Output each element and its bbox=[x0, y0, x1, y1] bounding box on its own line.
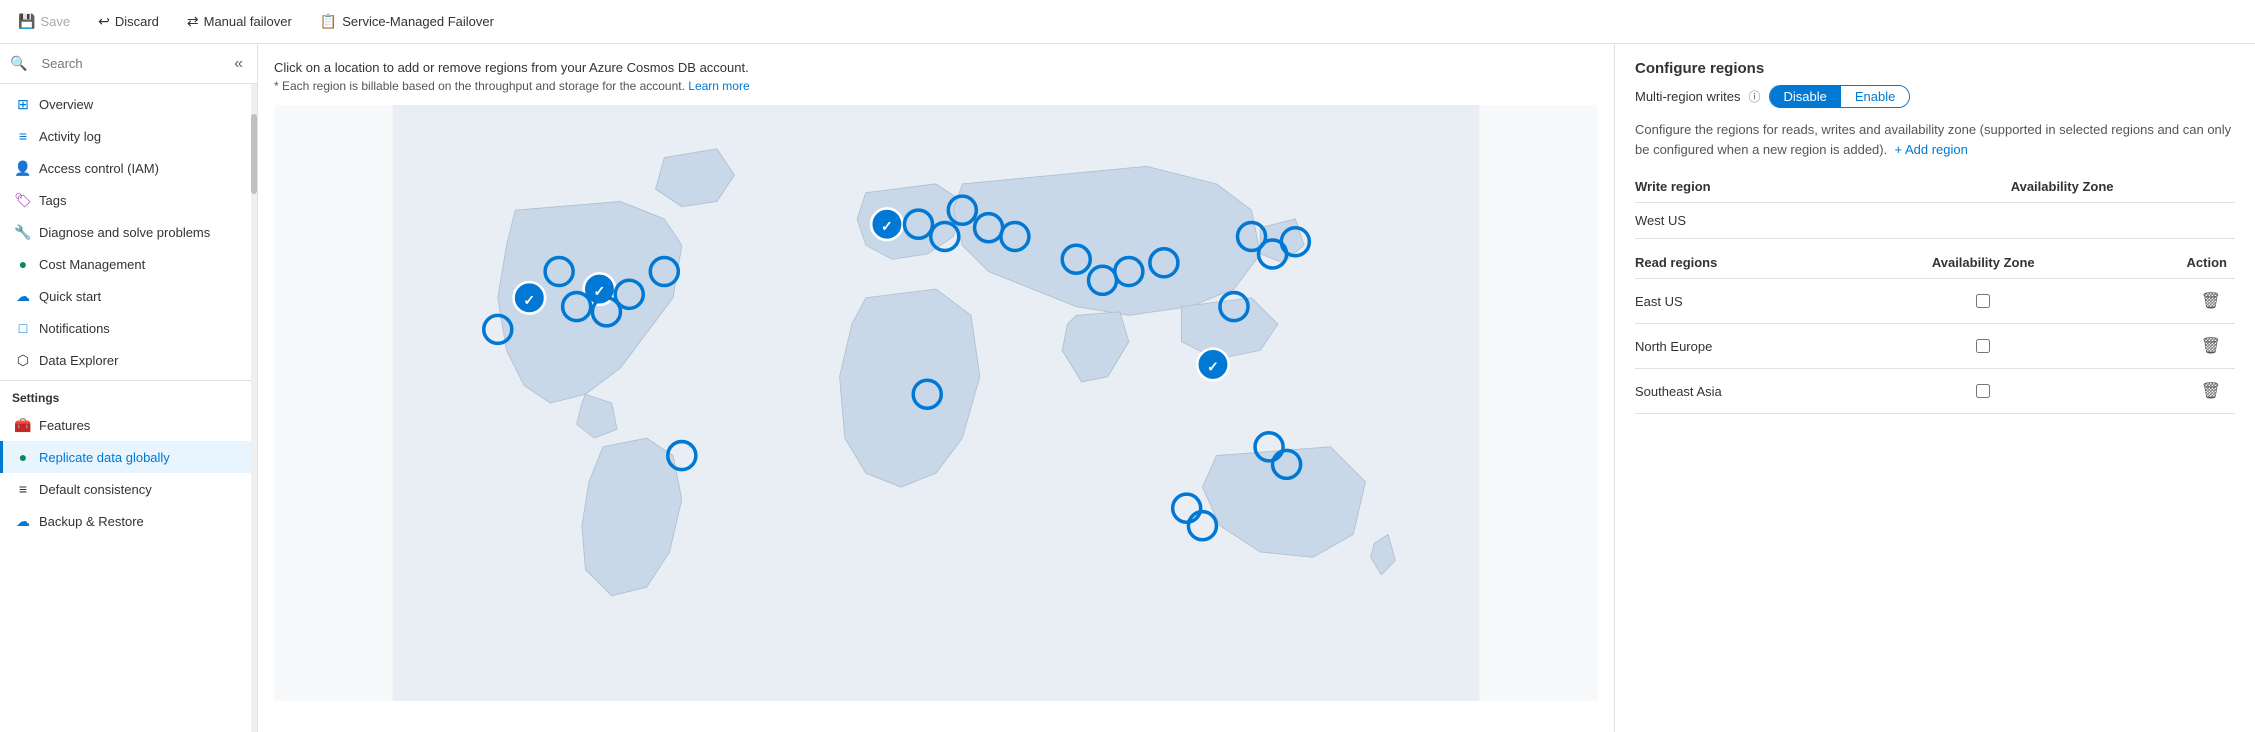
write-region-row: West US bbox=[1635, 203, 2235, 239]
save-button[interactable]: 💾 Save bbox=[12, 9, 76, 34]
config-description: Configure the regions for reads, writes … bbox=[1635, 120, 2235, 159]
sidebar-item-default-consistency[interactable]: ≡ Default consistency bbox=[0, 473, 251, 505]
read-regions-header: Read regions bbox=[1635, 247, 1854, 279]
content-area: Click on a location to add or remove reg… bbox=[258, 44, 2255, 732]
world-map-svg: ✓ ✓ ✓ ✓ bbox=[274, 105, 1598, 701]
learn-more-link[interactable]: Learn more bbox=[688, 79, 749, 93]
activity-log-icon: ≡ bbox=[15, 128, 31, 144]
overview-icon: ⊞ bbox=[15, 96, 31, 112]
read-region-az-cell[interactable] bbox=[1854, 279, 2113, 324]
panel-title: Configure regions bbox=[1635, 60, 2235, 77]
read-region-row: East US 🗑 bbox=[1635, 279, 2235, 324]
sidebar-item-quick-start[interactable]: ☁ Quick start bbox=[0, 280, 251, 312]
world-map-container[interactable]: ✓ ✓ ✓ ✓ bbox=[274, 105, 1598, 701]
default-consistency-icon: ≡ bbox=[15, 481, 31, 497]
sidebar-item-overview[interactable]: ⊞ Overview bbox=[0, 88, 251, 120]
sidebar-item-activity-log[interactable]: ≡ Activity log bbox=[0, 120, 251, 152]
sidebar-search-bar: 🔍 « bbox=[0, 44, 257, 84]
sidebar-item-tags[interactable]: 🏷 Tags bbox=[0, 184, 251, 216]
svg-text:✓: ✓ bbox=[881, 218, 893, 234]
sidebar-item-features[interactable]: 🧰 Features bbox=[0, 409, 251, 441]
read-region-action-cell: 🗑 bbox=[2113, 279, 2235, 324]
sidebar-item-replicate-data[interactable]: ● Replicate data globally bbox=[0, 441, 251, 473]
read-region-az-cell[interactable] bbox=[1854, 324, 2113, 369]
read-region-action-cell: 🗑 bbox=[2113, 369, 2235, 414]
sidebar-item-cost-management[interactable]: ● Cost Management bbox=[0, 248, 251, 280]
tags-icon: 🏷 bbox=[15, 192, 31, 208]
sidebar-item-notifications[interactable]: □ Notifications bbox=[0, 312, 251, 344]
notifications-icon: □ bbox=[15, 320, 31, 336]
availability-zone-checkbox[interactable] bbox=[1976, 339, 1990, 353]
delete-region-button[interactable]: 🗑 bbox=[2195, 334, 2227, 358]
read-region-name: North Europe bbox=[1635, 324, 1854, 369]
add-region-link[interactable]: + Add region bbox=[1894, 142, 1967, 157]
sidebar-item-backup-restore[interactable]: ☁ Backup & Restore bbox=[0, 505, 251, 537]
read-az-header: Availability Zone bbox=[1854, 247, 2113, 279]
regions-table: Write region Availability Zone West US bbox=[1635, 171, 2235, 239]
read-region-row: Southeast Asia 🗑 bbox=[1635, 369, 2235, 414]
settings-section-header: Settings bbox=[0, 380, 251, 409]
save-icon: 💾 bbox=[18, 13, 35, 30]
multi-region-label: Multi-region writes bbox=[1635, 89, 1740, 104]
enable-toggle-button[interactable]: Enable bbox=[1841, 86, 1909, 107]
search-input[interactable] bbox=[33, 52, 224, 75]
access-control-icon: 👤 bbox=[15, 160, 31, 176]
sidebar-item-data-explorer[interactable]: ⬡ Data Explorer bbox=[0, 344, 251, 376]
toolbar: 💾 Save ↩ Discard ⇄ Manual failover 📋 Ser… bbox=[0, 0, 2255, 44]
quick-start-icon: ☁ bbox=[15, 288, 31, 304]
sidebar: 🔍 « ⊞ Overview ≡ Activity log 👤 Access c… bbox=[0, 44, 258, 732]
delete-region-button[interactable]: 🗑 bbox=[2195, 379, 2227, 403]
write-region-header: Write region bbox=[1635, 171, 1889, 203]
backup-restore-icon: ☁ bbox=[15, 513, 31, 529]
discard-button[interactable]: ↩ Discard bbox=[92, 9, 165, 34]
right-panel: Configure regions Multi-region writes ⓘ … bbox=[1615, 44, 2255, 732]
read-regions-table: Read regions Availability Zone Action Ea… bbox=[1635, 247, 2235, 414]
multi-region-toggle-group: Multi-region writes ⓘ Disable Enable bbox=[1635, 85, 2235, 108]
write-region-value: West US bbox=[1635, 203, 1889, 239]
svg-text:✓: ✓ bbox=[1207, 358, 1219, 374]
failover-icon: ⇄ bbox=[187, 13, 199, 30]
discard-icon: ↩ bbox=[98, 13, 110, 30]
multi-region-info-icon[interactable]: ⓘ bbox=[1748, 88, 1760, 105]
multi-region-toggle-buttons: Disable Enable bbox=[1769, 85, 1911, 108]
data-explorer-icon: ⬡ bbox=[15, 352, 31, 368]
service-managed-failover-button[interactable]: 📋 Service-Managed Failover bbox=[314, 9, 500, 34]
features-icon: 🧰 bbox=[15, 417, 31, 433]
read-region-name: East US bbox=[1635, 279, 1854, 324]
delete-region-button[interactable]: 🗑 bbox=[2195, 289, 2227, 313]
map-section: Click on a location to add or remove reg… bbox=[258, 44, 1615, 732]
sidebar-item-access-control[interactable]: 👤 Access control (IAM) bbox=[0, 152, 251, 184]
read-region-az-cell[interactable] bbox=[1854, 369, 2113, 414]
search-icon: 🔍 bbox=[10, 55, 27, 72]
availability-zone-checkbox[interactable] bbox=[1976, 384, 1990, 398]
availability-zone-checkbox[interactable] bbox=[1976, 294, 1990, 308]
read-region-action-cell: 🗑 bbox=[2113, 324, 2235, 369]
service-managed-icon: 📋 bbox=[320, 13, 337, 30]
write-az-header: Availability Zone bbox=[1889, 171, 2235, 203]
diagnose-icon: 🔧 bbox=[15, 224, 31, 240]
svg-text:✓: ✓ bbox=[523, 292, 535, 308]
action-header: Action bbox=[2113, 247, 2235, 279]
collapse-sidebar-button[interactable]: « bbox=[230, 53, 247, 75]
read-region-row: North Europe 🗑 bbox=[1635, 324, 2235, 369]
disable-toggle-button[interactable]: Disable bbox=[1770, 86, 1841, 107]
sidebar-item-diagnose[interactable]: 🔧 Diagnose and solve problems bbox=[0, 216, 251, 248]
sidebar-nav: ⊞ Overview ≡ Activity log 👤 Access contr… bbox=[0, 84, 251, 732]
cost-management-icon: ● bbox=[15, 256, 31, 272]
replicate-data-icon: ● bbox=[15, 449, 31, 465]
manual-failover-button[interactable]: ⇄ Manual failover bbox=[181, 9, 298, 34]
map-description: Click on a location to add or remove reg… bbox=[274, 60, 1598, 75]
map-note: * Each region is billable based on the t… bbox=[274, 79, 1598, 93]
read-region-name: Southeast Asia bbox=[1635, 369, 1854, 414]
